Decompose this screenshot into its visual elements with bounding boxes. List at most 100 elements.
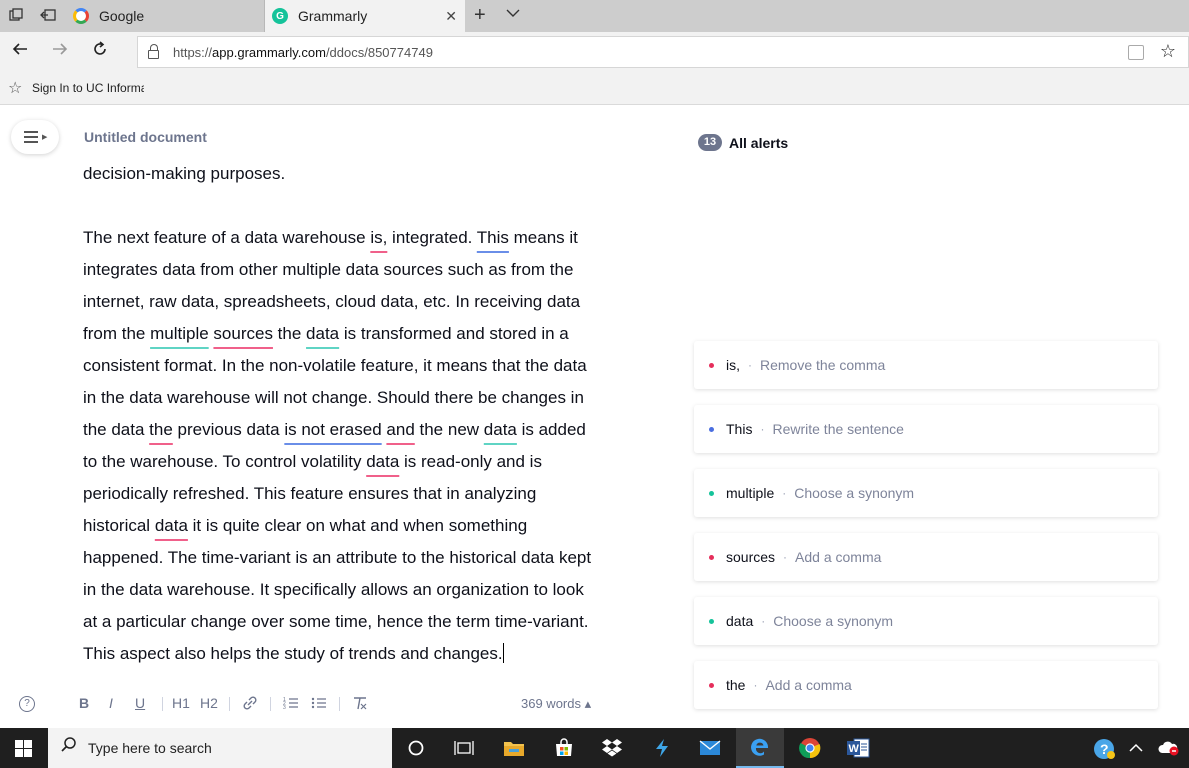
alert-card[interactable]: the · Add a comma: [694, 661, 1158, 709]
bullet-list-icon[interactable]: [311, 696, 327, 713]
visual-studio-code-icon[interactable]: [638, 728, 686, 768]
star-icon: ☆: [8, 80, 23, 97]
text-line: consistent format. In the non-volatile f…: [83, 350, 643, 382]
chevron-up-icon[interactable]: [1129, 740, 1143, 756]
text-run: integrates data from other multiple data…: [83, 260, 574, 279]
formatting-toolbar: ? B I U H1 H2 123 369 words ▴: [0, 690, 640, 718]
flagged-word[interactable]: is not erased: [284, 420, 381, 439]
alert-card[interactable]: multiple · Choose a synonym: [694, 469, 1158, 517]
text-line: The next feature of a data warehouse is,…: [83, 222, 643, 254]
alert-word: This: [726, 421, 753, 437]
alert-separator: ·: [760, 422, 765, 436]
flagged-word[interactable]: data: [306, 324, 339, 343]
text-run: The next feature of a data warehouse: [83, 228, 371, 247]
close-icon[interactable]: ✕: [445, 8, 457, 25]
flagged-word[interactable]: is,: [370, 228, 387, 247]
word-count[interactable]: 369 words ▴: [521, 696, 591, 712]
document-menu-button[interactable]: ▶: [11, 120, 59, 154]
numbered-list-icon[interactable]: 123: [283, 696, 299, 713]
alert-separator: ·: [783, 550, 788, 564]
flagged-word[interactable]: data: [155, 516, 188, 535]
document-body[interactable]: The next feature of a data warehouse is,…: [83, 222, 643, 670]
tab-label: Google: [99, 8, 145, 24]
new-tab-icon[interactable]: +: [474, 4, 486, 27]
alert-suggestion: Rewrite the sentence: [772, 421, 904, 437]
back-icon[interactable]: [8, 40, 32, 64]
taskbar-search-box[interactable]: Type here to search: [48, 728, 392, 768]
text-run: happened. The time-variant is an attribu…: [83, 548, 592, 567]
text-run: means it: [508, 228, 578, 247]
text-line: integrates data from other multiple data…: [83, 254, 643, 286]
alert-card[interactable]: sources · Add a comma: [694, 533, 1158, 581]
windows-start-icon[interactable]: [15, 740, 32, 757]
text-line: historical data it is quite clear on wha…: [83, 510, 643, 542]
heading2-button[interactable]: H2: [200, 695, 218, 711]
tab-google[interactable]: Google: [66, 0, 265, 32]
lock-icon: [148, 44, 159, 59]
alert-dot-icon: [709, 490, 714, 496]
clear-formatting-icon[interactable]: [352, 696, 368, 713]
alert-suggestion: Add a comma: [795, 549, 882, 565]
tabs-aside-icon[interactable]: [40, 8, 56, 24]
alert-separator: ·: [753, 678, 758, 692]
cortana-icon[interactable]: [392, 728, 440, 768]
heading1-button[interactable]: H1: [172, 695, 190, 711]
alert-dot-icon: [709, 554, 714, 560]
help-tips-icon[interactable]: ?: [1093, 738, 1115, 763]
alert-dot-icon: [709, 426, 714, 432]
document-editor[interactable]: decision-making purposes. The next featu…: [83, 160, 643, 680]
text-line: happened. The time-variant is an attribu…: [83, 542, 643, 574]
bold-button[interactable]: B: [79, 695, 89, 711]
help-icon[interactable]: ?: [19, 696, 35, 712]
flagged-word[interactable]: data: [366, 452, 399, 471]
flagged-word[interactable]: sources: [213, 324, 273, 343]
reading-view-icon[interactable]: [1128, 45, 1144, 60]
alert-dot-icon: [709, 682, 714, 688]
svg-text:3: 3: [283, 705, 286, 710]
text-line: to the warehouse. To control volatility …: [83, 446, 643, 478]
onedrive-error-icon[interactable]: [1158, 740, 1180, 759]
refresh-icon[interactable]: [88, 40, 112, 64]
link-icon[interactable]: [242, 696, 258, 713]
dropbox-icon[interactable]: [588, 728, 636, 768]
address-bar[interactable]: https://app.grammarly.com/ddocs/85077474…: [137, 36, 1189, 68]
flagged-word[interactable]: This: [477, 228, 509, 247]
favorite-star-icon[interactable]: ☆: [1160, 41, 1176, 62]
task-view-icon[interactable]: [440, 728, 488, 768]
alert-card[interactable]: data · Choose a synonym: [694, 597, 1158, 645]
text-run: at a particular change over some time, h…: [83, 612, 589, 631]
chevron-down-icon[interactable]: [506, 6, 520, 21]
edge-icon[interactable]: [736, 728, 784, 768]
text-run: periodically refreshed. This feature ens…: [83, 484, 537, 503]
alerts-title: All alerts: [729, 134, 789, 151]
mail-icon[interactable]: [686, 728, 734, 768]
tab-preview-icon[interactable]: [8, 8, 24, 24]
chevron-right-icon: ▶: [42, 134, 48, 141]
chrome-icon[interactable]: [786, 728, 834, 768]
flagged-word[interactable]: data: [484, 420, 517, 439]
forward-icon[interactable]: [48, 40, 72, 64]
word-icon[interactable]: W: [834, 728, 882, 768]
alert-dot-icon: [709, 362, 714, 368]
italic-button[interactable]: I: [109, 695, 113, 711]
alert-card[interactable]: This · Rewrite the sentence: [694, 405, 1158, 453]
alert-suggestion: Add a comma: [765, 677, 852, 693]
flagged-word[interactable]: and: [386, 420, 414, 439]
text-run: consistent format. In the non-volatile f…: [83, 356, 587, 375]
file-explorer-icon[interactable]: [490, 728, 538, 768]
text-run: is added: [516, 420, 586, 439]
microsoft-store-icon[interactable]: [540, 728, 588, 768]
tab-grammarly[interactable]: G Grammarly ✕: [265, 0, 465, 32]
favorite-item[interactable]: Sign In to UC Informa: [32, 81, 144, 95]
alert-word: sources: [726, 549, 776, 565]
flagged-word[interactable]: the: [149, 420, 173, 439]
underline-button[interactable]: U: [135, 695, 145, 711]
text-run: the: [272, 324, 307, 343]
alert-card[interactable]: is, · Remove the comma: [694, 341, 1158, 389]
text-line: in the data warehouse will not change. S…: [83, 382, 643, 414]
svg-text:W: W: [849, 743, 860, 755]
alert-suggestion: Choose a synonym: [773, 613, 894, 629]
flagged-word[interactable]: multiple: [150, 324, 209, 343]
text-line: in the data warehouse. It specifically a…: [83, 574, 643, 606]
document-title[interactable]: Untitled document: [84, 129, 207, 145]
